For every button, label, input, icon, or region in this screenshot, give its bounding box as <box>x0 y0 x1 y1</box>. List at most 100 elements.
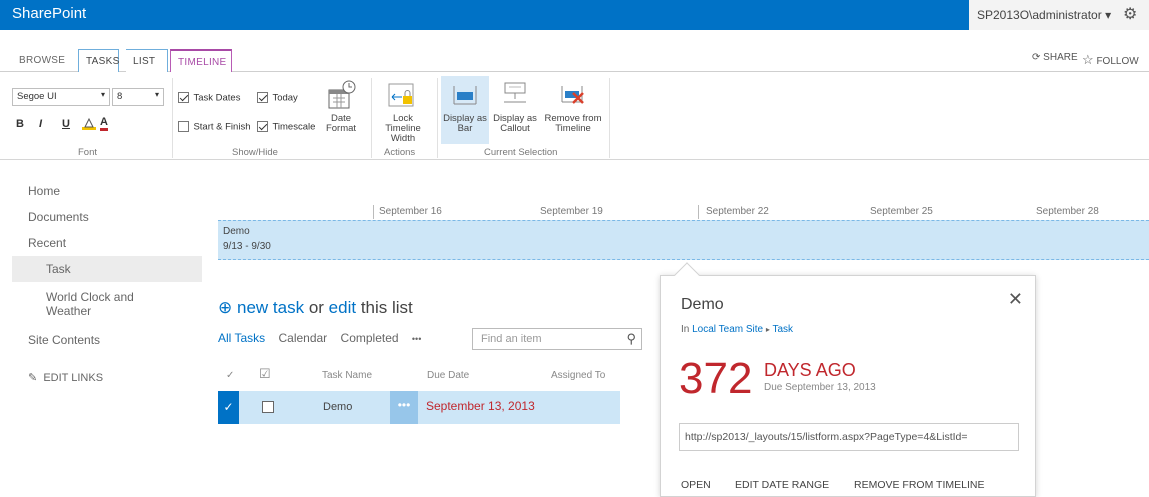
font-family-value: Segoe UI <box>17 91 57 102</box>
pencil-icon: ✎ <box>28 372 38 384</box>
edit-date-range-action[interactable]: EDIT DATE RANGE <box>735 479 829 491</box>
font-size-select[interactable]: 8 ▾ <box>112 88 164 106</box>
tab-tasks[interactable]: TASKS <box>78 49 119 72</box>
timescale-date: September 19 <box>540 206 603 217</box>
checkbox-checked <box>257 92 268 104</box>
task-dates-checkbox[interactable]: Task Dates <box>178 89 240 107</box>
bold-button[interactable]: B <box>16 118 24 130</box>
user-menu[interactable]: SP2013O\administrator ▾ <box>977 8 1111 22</box>
view-all-tasks[interactable]: All Tasks <box>218 331 265 345</box>
gear-icon[interactable]: ⚙ <box>1123 4 1137 24</box>
location-prefix: In <box>681 324 690 335</box>
star-icon: ☆ <box>1082 52 1094 67</box>
timeline-task-bar[interactable]: Demo 9/13 - 9/30 <box>218 220 1149 260</box>
share-icon: ⟳ <box>1032 52 1041 63</box>
tab-timeline[interactable]: TIMELINE <box>170 49 232 73</box>
start-finish-checkbox[interactable]: Start & Finish <box>178 118 250 136</box>
group-divider <box>172 78 173 158</box>
display-as-bar-label: Display as Bar <box>443 113 487 134</box>
column-header-task-name[interactable]: Task Name <box>322 370 372 381</box>
timeline: September 16 September 19 September 22 S… <box>218 200 1149 262</box>
nav-item-recent: Recent <box>28 236 67 250</box>
ribbon: Segoe UI ▾ 8 ▾ B I U A Font Task Dates Tod… <box>0 72 1149 160</box>
item-url-field[interactable]: http://sp2013/_layouts/15/listform.aspx?… <box>679 423 1019 451</box>
display-as-bar-button[interactable]: Display as Bar <box>441 76 489 144</box>
edit-links-button[interactable]: ✎ EDIT LINKS <box>28 371 103 384</box>
add-circle-icon[interactable]: ⊕ <box>218 298 232 317</box>
view-completed[interactable]: Completed <box>341 331 399 345</box>
callout-location: In Local Team Site ▸ Task <box>681 324 793 335</box>
group-divider <box>437 78 438 158</box>
table-row[interactable] <box>218 391 620 424</box>
calendar-clock-icon <box>328 80 356 109</box>
nav-item-documents[interactable]: Documents <box>28 210 89 224</box>
suite-bar: SharePoint SP2013O\administrator ▾ ⚙ <box>0 0 1149 30</box>
font-size-value: 8 <box>117 91 123 102</box>
search-input[interactable]: Find an item ⚲ <box>472 328 642 350</box>
item-menu-button[interactable]: ••• <box>390 391 418 424</box>
follow-label: FOLLOW <box>1096 56 1139 67</box>
tab-browse[interactable]: BROWSE <box>12 49 72 72</box>
more-views-button[interactable]: ••• <box>412 334 421 344</box>
underline-button[interactable]: U <box>62 118 70 130</box>
lock-width-label: Lock Timeline Width <box>385 113 421 144</box>
group-label-current-selection: Current Selection <box>484 147 558 158</box>
edit-links-label: EDIT LINKS <box>43 372 104 384</box>
due-date-cell: September 13, 2013 <box>426 399 535 413</box>
column-header-assigned-to[interactable]: Assigned To <box>551 370 605 381</box>
view-calendar[interactable]: Calendar <box>278 331 327 345</box>
remove-from-timeline-label: Remove from Timeline <box>544 113 602 134</box>
callout-title: Demo <box>681 296 724 313</box>
open-action[interactable]: OPEN <box>681 479 711 491</box>
task-callout: Demo ✕ In Local Team Site ▸ Task 372 DAY… <box>660 275 1036 497</box>
nav-selected-bg <box>12 256 202 282</box>
column-header-due-date[interactable]: Due Date <box>427 370 469 381</box>
new-task-heading: ⊕ new task or edit this list <box>218 298 413 318</box>
checkbox-checked <box>178 92 189 104</box>
or-text: or <box>308 298 324 317</box>
edit-list-link[interactable]: edit <box>329 298 356 317</box>
timescale-date: September 28 <box>1036 206 1099 217</box>
search-icon[interactable]: ⚲ <box>626 331 636 347</box>
italic-button[interactable]: I <box>39 118 42 130</box>
nav-item-home[interactable]: Home <box>28 184 60 198</box>
row-complete-checkbox[interactable] <box>262 401 274 413</box>
highlight-icon[interactable] <box>82 116 96 130</box>
remove-from-timeline-action[interactable]: REMOVE FROM TIMELINE <box>854 479 985 491</box>
nav-item-world-clock[interactable]: World Clock and Weather <box>46 290 166 318</box>
start-finish-label: Start & Finish <box>193 121 251 133</box>
share-button[interactable]: ⟳ SHARE <box>1032 52 1078 63</box>
remove-timeline-icon <box>561 86 584 104</box>
task-name-cell[interactable]: Demo <box>323 401 352 413</box>
font-family-select[interactable]: Segoe UI ▾ <box>12 88 110 106</box>
nav-item-site-contents[interactable]: Site Contents <box>28 333 100 347</box>
brand-link[interactable]: SharePoint <box>12 5 86 22</box>
chevron-down-icon: ▾ <box>154 90 159 99</box>
timescale-date: September 22 <box>706 206 769 217</box>
days-ago-label: DAYS AGO <box>764 360 856 380</box>
today-label: Today <box>272 92 298 104</box>
timeline-bar-range: 9/13 - 9/30 <box>223 241 271 252</box>
task-dates-label: Task Dates <box>193 92 241 104</box>
group-label-font: Font <box>78 147 98 158</box>
font-color-button[interactable]: A <box>100 117 108 131</box>
timeline-bar-title: Demo <box>223 226 250 237</box>
days-count: 372 <box>679 354 753 403</box>
follow-button[interactable]: ☆ FOLLOW <box>1082 52 1139 68</box>
site-link[interactable]: Local Team Site <box>692 324 763 335</box>
group-label-showhide: Show/Hide <box>232 147 278 158</box>
timescale-checkbox[interactable]: Timescale <box>257 118 315 136</box>
today-checkbox[interactable]: Today <box>257 89 298 107</box>
callout-icon <box>504 82 526 103</box>
timescale-tick <box>698 205 699 219</box>
checkbox-checked <box>257 121 268 133</box>
nav-item-task[interactable]: Task <box>46 262 71 276</box>
callout-due-date: Due September 13, 2013 <box>764 382 876 393</box>
select-all-checkbox[interactable]: ☑ <box>259 366 271 382</box>
group-divider <box>371 78 372 158</box>
tab-list[interactable]: LIST <box>126 49 168 72</box>
list-link[interactable]: Task <box>773 324 794 335</box>
close-icon[interactable]: ✕ <box>1008 289 1023 310</box>
new-task-link[interactable]: new task <box>237 298 304 317</box>
row-selected-check-icon[interactable]: ✓ <box>218 391 239 424</box>
